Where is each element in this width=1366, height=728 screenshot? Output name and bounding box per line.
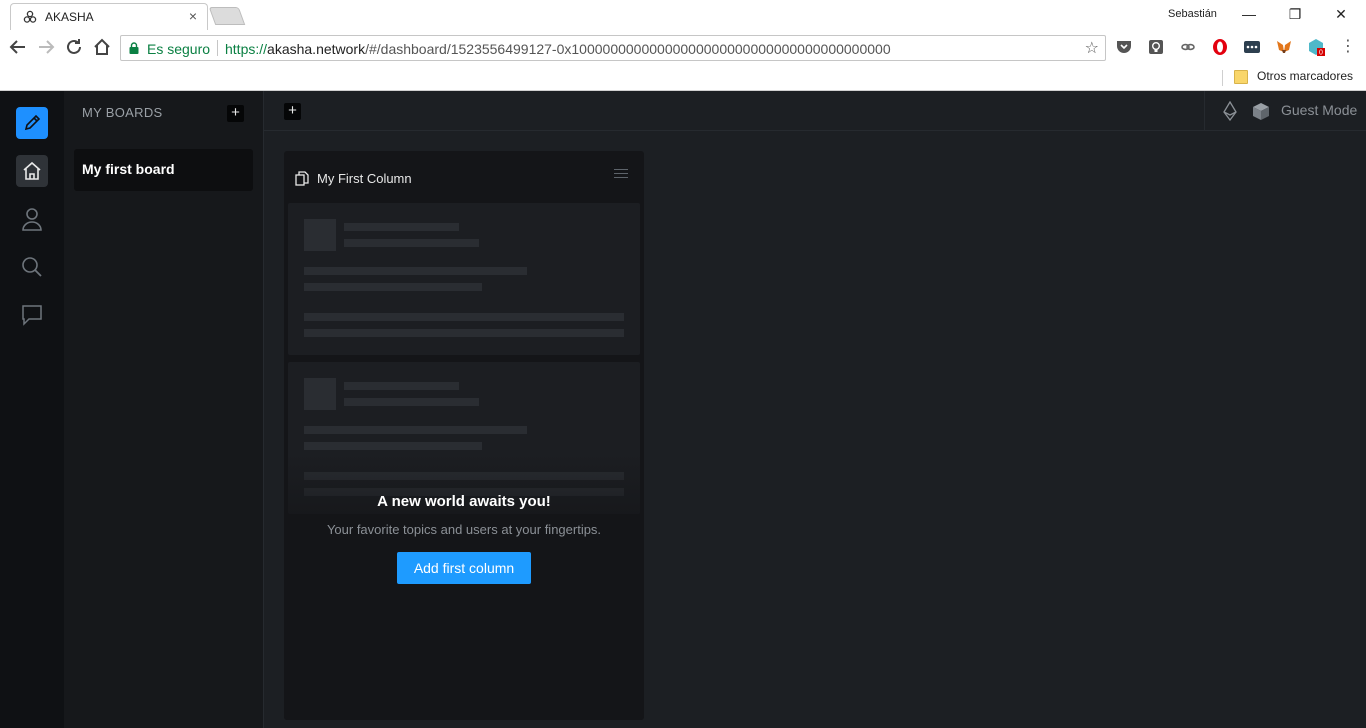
browser-tab-akasha[interactable]: AKASHA × xyxy=(10,3,208,30)
add-first-column-button[interactable]: Add first column xyxy=(397,552,531,584)
cube-icon xyxy=(1253,103,1269,120)
secure-label: Es seguro xyxy=(147,41,211,57)
column-card: My First Column A new world awaits you! … xyxy=(284,151,644,720)
akasha-app: MY BOARDS + My first board + Guest Mode xyxy=(0,91,1366,728)
compose-button[interactable] xyxy=(16,107,48,139)
home-icon xyxy=(23,161,41,180)
folder-icon[interactable] xyxy=(1234,70,1248,84)
add-board-button[interactable]: + xyxy=(227,105,244,122)
chat-icon xyxy=(22,305,42,326)
extension-badge: 0 xyxy=(1319,50,1323,57)
column-document-icon xyxy=(295,171,309,186)
new-tab-button[interactable] xyxy=(208,7,246,25)
empty-state-subtitle: Your favorite topics and users at your f… xyxy=(326,522,602,537)
profile-name[interactable]: Sebastián xyxy=(1168,8,1217,20)
board-item[interactable]: My first board xyxy=(74,149,253,191)
lock-icon xyxy=(129,42,139,54)
nav-rail xyxy=(0,91,64,728)
nav-chat-button[interactable] xyxy=(16,299,48,331)
link-extension-icon[interactable] xyxy=(1179,38,1197,56)
pencil-icon xyxy=(24,114,41,131)
nav-profile-button[interactable] xyxy=(16,203,48,235)
boards-panel: MY BOARDS + My first board xyxy=(64,91,264,728)
cube-extension-icon[interactable]: 0 xyxy=(1307,38,1325,56)
url-text: https://akasha.network/#/dashboard/15235… xyxy=(225,41,891,57)
lightbulb-extension-icon[interactable] xyxy=(1147,38,1165,56)
tab-close-icon[interactable]: × xyxy=(189,8,197,24)
minimize-icon[interactable]: — xyxy=(1226,3,1272,25)
restore-icon[interactable]: ❐ xyxy=(1272,3,1318,25)
pocket-extension-icon[interactable] xyxy=(1115,38,1133,56)
empty-state-overlay xyxy=(284,451,644,720)
url-host: akasha.network xyxy=(267,41,366,57)
nav-search-button[interactable] xyxy=(16,251,48,283)
browser-menu-icon[interactable]: ⋮ xyxy=(1340,38,1356,56)
back-arrow-icon[interactable] xyxy=(7,36,29,58)
bookmarks-separator xyxy=(1222,70,1223,86)
reload-icon[interactable] xyxy=(63,36,85,58)
more-extension-icon[interactable] xyxy=(1243,38,1261,56)
column-menu-icon[interactable] xyxy=(614,169,628,181)
skeleton-card xyxy=(288,203,640,355)
guest-mode-label: Guest Mode xyxy=(1281,102,1358,118)
tab-title: AKASHA xyxy=(45,10,94,24)
guest-mode-area[interactable]: Guest Mode xyxy=(1204,91,1366,130)
boards-title: MY BOARDS xyxy=(82,105,163,120)
home-page-icon[interactable] xyxy=(91,36,113,58)
column-title: My First Column xyxy=(317,171,412,186)
other-bookmarks-label[interactable]: Otros marcadores xyxy=(1257,69,1353,83)
board-item-label: My first board xyxy=(82,161,175,177)
add-column-icon-button[interactable]: + xyxy=(284,103,301,120)
close-window-icon[interactable]: ✕ xyxy=(1318,3,1364,25)
bookmarks-bar: Otros marcadores xyxy=(0,66,1366,91)
browser-toolbar: Es seguro https://akasha.network/#/dashb… xyxy=(0,30,1366,66)
url-path: /#/dashboard/1523556499127-0x10000000000… xyxy=(365,41,891,57)
opera-extension-icon[interactable] xyxy=(1211,38,1229,56)
metamask-fox-icon[interactable] xyxy=(1275,38,1293,56)
ethereum-icon xyxy=(1223,101,1237,121)
address-bar[interactable]: Es seguro https://akasha.network/#/dashb… xyxy=(120,35,1106,61)
search-icon xyxy=(22,257,42,277)
user-icon xyxy=(22,208,42,231)
bookmark-star-icon[interactable]: ☆ xyxy=(1085,38,1099,58)
browser-tab-bar: AKASHA × Sebastián — ❐ ✕ xyxy=(0,0,1366,30)
nav-home-button[interactable] xyxy=(16,155,48,187)
forward-arrow-icon[interactable] xyxy=(35,36,57,58)
address-separator xyxy=(217,40,218,56)
dashboard-topbar: + Guest Mode xyxy=(264,91,1366,131)
akasha-favicon-icon xyxy=(23,10,37,23)
url-scheme: https:// xyxy=(225,41,268,57)
empty-state-title: A new world awaits you! xyxy=(377,493,551,510)
